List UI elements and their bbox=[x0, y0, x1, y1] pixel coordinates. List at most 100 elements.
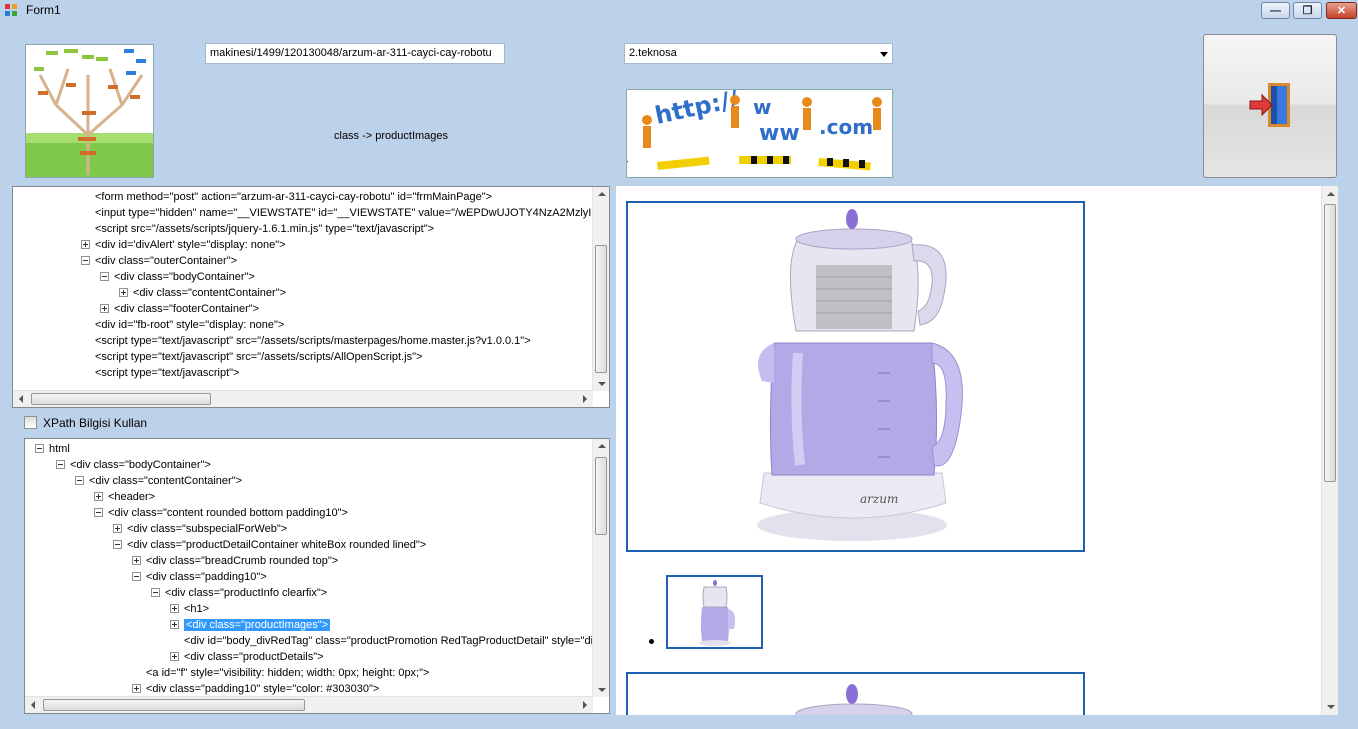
source_tree-node-label: <form method="post" action="arzum-ar-311… bbox=[95, 191, 493, 203]
result_tree-node[interactable]: <div class="breadCrumb rounded top"> bbox=[132, 553, 338, 569]
product-image-large-2[interactable] bbox=[626, 672, 1085, 715]
result_tree-node[interactable]: <div class="contentContainer"> bbox=[75, 473, 242, 489]
result_tree-node[interactable]: <div id="body_divRedTag" class="productP… bbox=[184, 633, 599, 649]
result_tree-node-label: <div class="bodyContainer"> bbox=[70, 459, 211, 471]
result_tree-node[interactable]: <header> bbox=[94, 489, 155, 505]
scroll-thumb[interactable] bbox=[595, 245, 607, 373]
source_tree-node[interactable]: <div class="contentContainer"> bbox=[119, 285, 286, 301]
app-icon bbox=[5, 4, 17, 16]
source_tree-node[interactable]: <div id='divAlert' style="display: none"… bbox=[81, 237, 286, 253]
expand-icon[interactable] bbox=[170, 604, 179, 613]
scroll-down-icon[interactable] bbox=[598, 688, 606, 692]
result_tree-node-label: <div class="productImages"> bbox=[184, 619, 331, 631]
result_tree-node[interactable]: <div class="bodyContainer"> bbox=[56, 457, 211, 473]
expand-icon[interactable] bbox=[94, 492, 103, 501]
expand-icon[interactable] bbox=[132, 556, 141, 565]
source-tree-view[interactable]: <form method="post" action="arzum-ar-311… bbox=[12, 186, 610, 408]
tree-diagram-icon bbox=[26, 45, 153, 177]
collapse-icon[interactable] bbox=[35, 444, 44, 453]
collapse-icon[interactable] bbox=[81, 256, 90, 265]
collapse-icon[interactable] bbox=[151, 588, 160, 597]
result_tree-node[interactable]: <div class="content rounded bottom paddi… bbox=[94, 505, 348, 521]
source_tree-node[interactable]: <script type="text/javascript"> bbox=[95, 365, 239, 381]
scroll-right-icon[interactable] bbox=[583, 395, 587, 403]
source_tree-node-label: <script type="text/javascript"> bbox=[95, 367, 240, 379]
browser-vscrollbar[interactable] bbox=[1321, 186, 1338, 715]
result_tree-node[interactable]: <div class="productDetailContainer white… bbox=[113, 537, 427, 553]
site-tree-thumbnail bbox=[25, 44, 154, 178]
expand-icon[interactable] bbox=[132, 684, 141, 693]
scroll-up-icon[interactable] bbox=[598, 192, 606, 196]
restore-button[interactable]: ❐ bbox=[1293, 2, 1322, 19]
result-tree-vscrollbar[interactable] bbox=[592, 439, 609, 697]
collapse-icon[interactable] bbox=[100, 272, 109, 281]
collapse-icon[interactable] bbox=[56, 460, 65, 469]
http-www-banner: http:// w ww .com bbox=[626, 89, 893, 178]
scroll-left-icon[interactable] bbox=[19, 395, 23, 403]
collapse-icon[interactable] bbox=[113, 540, 122, 549]
scroll-down-icon[interactable] bbox=[598, 382, 606, 386]
result_tree-node[interactable]: <div class="productDetails"> bbox=[170, 649, 324, 665]
result-tree-hscrollbar[interactable] bbox=[25, 696, 593, 713]
class-selector-label: class -> productImages bbox=[334, 130, 449, 142]
site-select[interactable]: 2.teknosa bbox=[624, 43, 893, 64]
result_tree-node-label: <h1> bbox=[184, 603, 210, 615]
result_tree-node[interactable]: <div class="subspecialForWeb"> bbox=[113, 521, 287, 537]
minimize-button[interactable]: — bbox=[1261, 2, 1290, 19]
expand-icon[interactable] bbox=[100, 304, 109, 313]
result_tree-node[interactable]: <div class="productImages"> bbox=[170, 617, 331, 633]
scroll-down-icon[interactable] bbox=[1327, 705, 1335, 709]
collapse-icon[interactable] bbox=[75, 476, 84, 485]
result-tree-view[interactable]: html <div class="bodyContainer"> <div clas… bbox=[24, 438, 610, 714]
restore-icon: ❐ bbox=[1302, 5, 1313, 17]
source_tree-node[interactable]: <div class="outerContainer"> bbox=[81, 253, 237, 269]
source_tree-node[interactable]: <div class="bodyContainer"> bbox=[100, 269, 255, 285]
source_tree-node[interactable]: <div class="footerContainer"> bbox=[100, 301, 260, 317]
source_tree-node[interactable]: <script src="/assets/scripts/jquery-1.6.… bbox=[95, 221, 434, 237]
expand-icon[interactable] bbox=[170, 620, 179, 629]
xpath-checkbox-label[interactable]: XPath Bilgisi Kullan bbox=[43, 416, 147, 430]
web-browser-view[interactable]: arzum bbox=[616, 186, 1338, 715]
exit-button[interactable] bbox=[1203, 34, 1337, 178]
expand-icon[interactable] bbox=[81, 240, 90, 249]
scroll-thumb[interactable] bbox=[43, 699, 305, 711]
scroll-thumb[interactable] bbox=[1324, 204, 1336, 482]
source-tree-hscrollbar[interactable] bbox=[13, 390, 593, 407]
expand-icon[interactable] bbox=[113, 524, 122, 533]
scroll-left-icon[interactable] bbox=[31, 701, 35, 709]
result_tree-node[interactable]: <div class="padding10" style="color: #30… bbox=[132, 681, 379, 697]
result_tree-node[interactable]: <div class="productInfo clearfix"> bbox=[151, 585, 327, 601]
scroll-up-icon[interactable] bbox=[598, 444, 606, 448]
result_tree-node[interactable]: <h1> bbox=[170, 601, 210, 617]
scroll-up-icon[interactable] bbox=[1327, 192, 1335, 196]
close-button[interactable]: ✕ bbox=[1326, 2, 1357, 19]
source_tree-node[interactable]: <form method="post" action="arzum-ar-311… bbox=[95, 189, 492, 205]
source_tree-node[interactable]: <script type="text/javascript" src="/ass… bbox=[95, 333, 531, 349]
scroll-right-icon[interactable] bbox=[583, 701, 587, 709]
collapse-icon[interactable] bbox=[94, 508, 103, 517]
tea-kettle-image-partial bbox=[628, 674, 1083, 715]
source_tree-node[interactable]: <div id="fb-root" style="display: none"> bbox=[95, 317, 284, 333]
title-bar: Form1 — ❐ ✕ bbox=[0, 0, 1358, 20]
site-select-value: 2.teknosa bbox=[629, 47, 677, 59]
expand-icon[interactable] bbox=[170, 652, 179, 661]
result_tree-node[interactable]: <a id="f" style="visibility: hidden; wid… bbox=[146, 665, 429, 681]
url-input[interactable]: makinesi/1499/120130048/arzum-ar-311-cay… bbox=[205, 43, 505, 64]
chevron-down-icon[interactable] bbox=[880, 52, 888, 57]
result_tree-node[interactable]: <div class="padding10"> bbox=[132, 569, 267, 585]
result_tree-node-label: <a id="f" style="visibility: hidden; wid… bbox=[146, 667, 430, 679]
source-tree-vscrollbar[interactable] bbox=[592, 187, 609, 391]
product-image-large[interactable]: arzum bbox=[626, 201, 1085, 552]
xpath-checkbox[interactable] bbox=[24, 416, 37, 429]
expand-icon[interactable] bbox=[119, 288, 128, 297]
collapse-icon[interactable] bbox=[132, 572, 141, 581]
source_tree-node[interactable]: <input type="hidden" name="__VIEWSTATE" … bbox=[95, 205, 591, 221]
list-bullet bbox=[649, 639, 654, 644]
source_tree-node-label: <div class="footerContainer"> bbox=[114, 303, 260, 315]
scroll-thumb[interactable] bbox=[31, 393, 211, 405]
result_tree-node-label: <div class="productDetailContainer white… bbox=[127, 539, 427, 551]
source_tree-node[interactable]: <script type="text/javascript" src="/ass… bbox=[95, 349, 422, 365]
scroll-thumb[interactable] bbox=[595, 457, 607, 535]
product-thumbnail[interactable] bbox=[666, 575, 763, 649]
result_tree-node[interactable]: html bbox=[35, 441, 70, 457]
